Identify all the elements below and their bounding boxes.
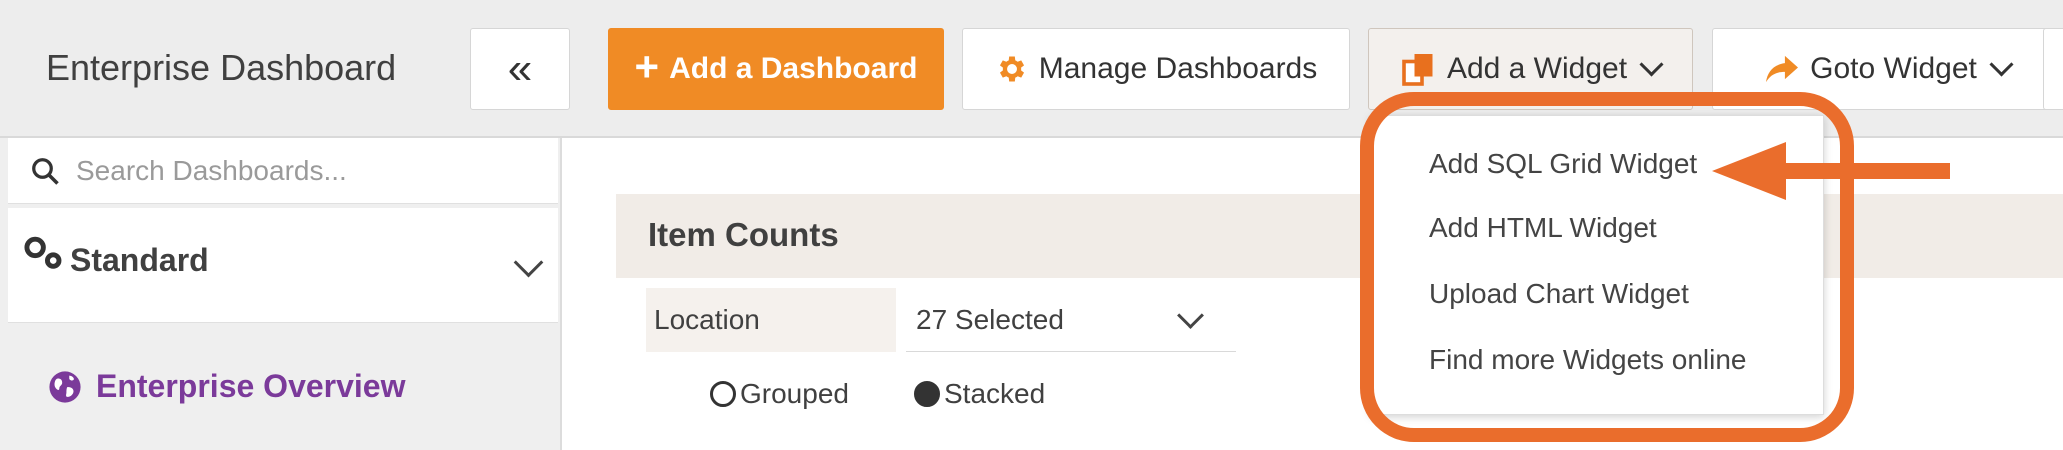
add-dashboard-button[interactable]: + Add a Dashboard — [608, 28, 944, 110]
widget-body: Location 27 Selected Grouped Stacked — [616, 278, 2063, 450]
filter-label: Location — [646, 288, 896, 352]
goto-widget-button[interactable]: Goto Widget — [1712, 28, 2062, 110]
radio-empty-icon — [710, 381, 736, 407]
collapse-sidebar-button[interactable]: « — [470, 28, 570, 110]
chevron-down-icon — [1177, 302, 1204, 329]
annotation-arrow-icon — [1712, 142, 1950, 200]
double-chevron-left-icon: « — [507, 44, 533, 93]
add-widget-button[interactable]: Add a Widget — [1368, 28, 1693, 110]
widget-header: Item Counts — [616, 194, 2063, 278]
radio-stacked[interactable]: Stacked — [914, 378, 1045, 410]
chevron-down-icon[interactable] — [513, 247, 544, 278]
globe-icon — [49, 370, 81, 403]
filter-value: 27 Selected — [916, 303, 1064, 335]
manage-dashboards-button[interactable]: Manage Dashboards — [962, 28, 1350, 110]
gear-icon — [999, 56, 1024, 82]
sidebar: Standard Enterprise Overview — [0, 138, 562, 450]
chevron-down-icon — [1989, 51, 2014, 77]
add-widget-label: Add a Widget — [1446, 52, 1628, 85]
menu-item-find-more-widgets[interactable]: Find more Widgets online — [1429, 344, 1746, 376]
chevron-down-icon — [1639, 51, 1664, 77]
widget-copy-icon — [1402, 54, 1433, 86]
goto-widget-label: Goto Widget — [1810, 52, 1977, 85]
menu-item-upload-chart-widget[interactable]: Upload Chart Widget — [1429, 278, 1689, 310]
share-arrow-icon — [1766, 55, 1799, 83]
radio-grouped-label: Grouped — [740, 378, 849, 409]
overflow-button[interactable] — [2043, 28, 2063, 110]
search-icon — [32, 157, 59, 185]
widget-title: Item Counts — [648, 216, 839, 253]
add-dashboard-label: Add a Dashboard — [669, 52, 918, 85]
plus-icon: + — [634, 43, 660, 90]
app-title: Enterprise Dashboard — [46, 47, 397, 88]
manage-dashboards-label: Manage Dashboards — [1038, 52, 1318, 85]
sidebar-item-enterprise-overview[interactable]: Enterprise Overview — [48, 368, 405, 405]
group-label: Standard — [70, 242, 209, 278]
radio-filled-icon — [914, 381, 940, 407]
sidebar-item-label: Enterprise Overview — [96, 368, 406, 404]
search-box — [8, 138, 558, 204]
menu-item-add-sql-grid-widget[interactable]: Add SQL Grid Widget — [1429, 148, 1697, 180]
gears-icon — [24, 236, 62, 269]
menu-item-add-html-widget[interactable]: Add HTML Widget — [1429, 212, 1657, 244]
location-filter-select[interactable]: 27 Selected — [906, 288, 1236, 352]
radio-stacked-label: Stacked — [944, 378, 1046, 409]
dashboard-group-standard[interactable]: Standard — [8, 208, 558, 323]
radio-grouped[interactable]: Grouped — [710, 378, 849, 410]
search-input[interactable] — [74, 153, 518, 188]
